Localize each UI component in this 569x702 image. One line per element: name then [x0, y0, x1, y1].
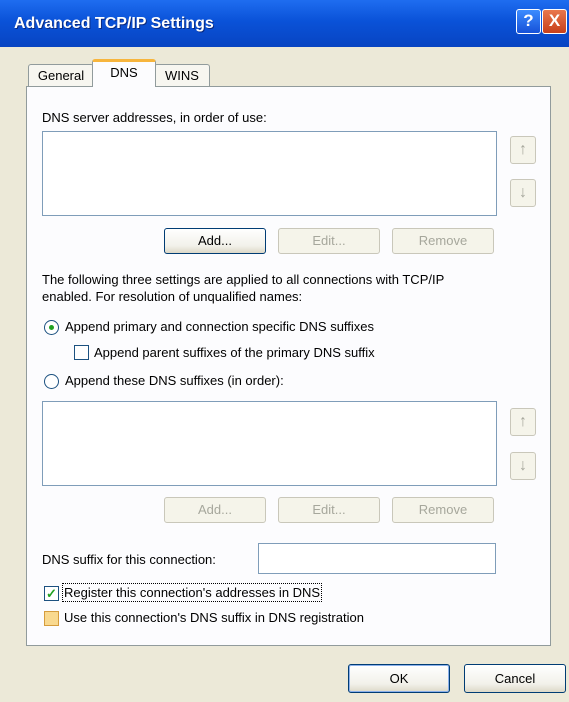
- dns-servers-label: DNS server addresses, in order of use:: [42, 110, 267, 125]
- help-button[interactable]: ?: [516, 9, 541, 34]
- move-server-down-button[interactable]: ↓: [510, 179, 536, 207]
- tab-dns[interactable]: DNS: [92, 59, 156, 87]
- window-title: Advanced TCP/IP Settings: [14, 15, 214, 32]
- tab-general[interactable]: General: [28, 64, 94, 86]
- register-addresses-label[interactable]: Register this connection's addresses in …: [61, 583, 323, 602]
- append-parent-suffixes-checkbox[interactable]: [74, 345, 89, 360]
- use-suffix-registration-checkbox[interactable]: [44, 611, 59, 626]
- connection-suffix-input[interactable]: [258, 543, 496, 574]
- use-suffix-registration-label[interactable]: Use this connection's DNS suffix in DNS …: [64, 610, 364, 625]
- dns-servers-list[interactable]: [42, 131, 497, 216]
- remove-suffix-button[interactable]: Remove: [392, 497, 494, 523]
- append-these-suffixes-label[interactable]: Append these DNS suffixes (in order):: [65, 373, 284, 388]
- arrow-down-icon: ↓: [519, 184, 527, 201]
- append-these-suffixes-radio[interactable]: [44, 374, 59, 389]
- settings-description-line1: The following three settings are applied…: [42, 272, 445, 287]
- advanced-tcpip-settings-dialog: Advanced TCP/IP Settings ? X General WIN…: [0, 0, 569, 702]
- append-parent-suffixes-label[interactable]: Append parent suffixes of the primary DN…: [94, 345, 375, 360]
- close-button[interactable]: X: [542, 9, 567, 34]
- move-suffix-down-button[interactable]: ↓: [510, 452, 536, 480]
- connection-suffix-label: DNS suffix for this connection:: [42, 552, 216, 567]
- edit-server-button[interactable]: Edit...: [278, 228, 380, 254]
- title-bar[interactable]: Advanced TCP/IP Settings ? X: [0, 0, 569, 47]
- move-server-up-button[interactable]: ↑: [510, 136, 536, 164]
- arrow-up-icon: ↑: [519, 141, 527, 158]
- settings-description-line2: enabled. For resolution of unqualified n…: [42, 289, 303, 304]
- arrow-down-icon: ↓: [519, 457, 527, 474]
- close-icon: X: [548, 11, 561, 30]
- tab-wins[interactable]: WINS: [154, 64, 210, 86]
- cancel-button[interactable]: Cancel: [464, 664, 566, 693]
- register-addresses-checkbox[interactable]: ✓: [44, 586, 59, 601]
- remove-server-button[interactable]: Remove: [392, 228, 494, 254]
- append-primary-suffixes-label[interactable]: Append primary and connection specific D…: [65, 319, 374, 334]
- arrow-up-icon: ↑: [519, 413, 527, 430]
- add-server-button[interactable]: Add...: [164, 228, 266, 254]
- help-icon: ?: [523, 11, 534, 30]
- ok-button[interactable]: OK: [348, 664, 450, 693]
- edit-suffix-button[interactable]: Edit...: [278, 497, 380, 523]
- dns-suffixes-list[interactable]: [42, 401, 497, 486]
- move-suffix-up-button[interactable]: ↑: [510, 408, 536, 436]
- add-suffix-button[interactable]: Add...: [164, 497, 266, 523]
- append-primary-suffixes-radio[interactable]: [44, 320, 59, 335]
